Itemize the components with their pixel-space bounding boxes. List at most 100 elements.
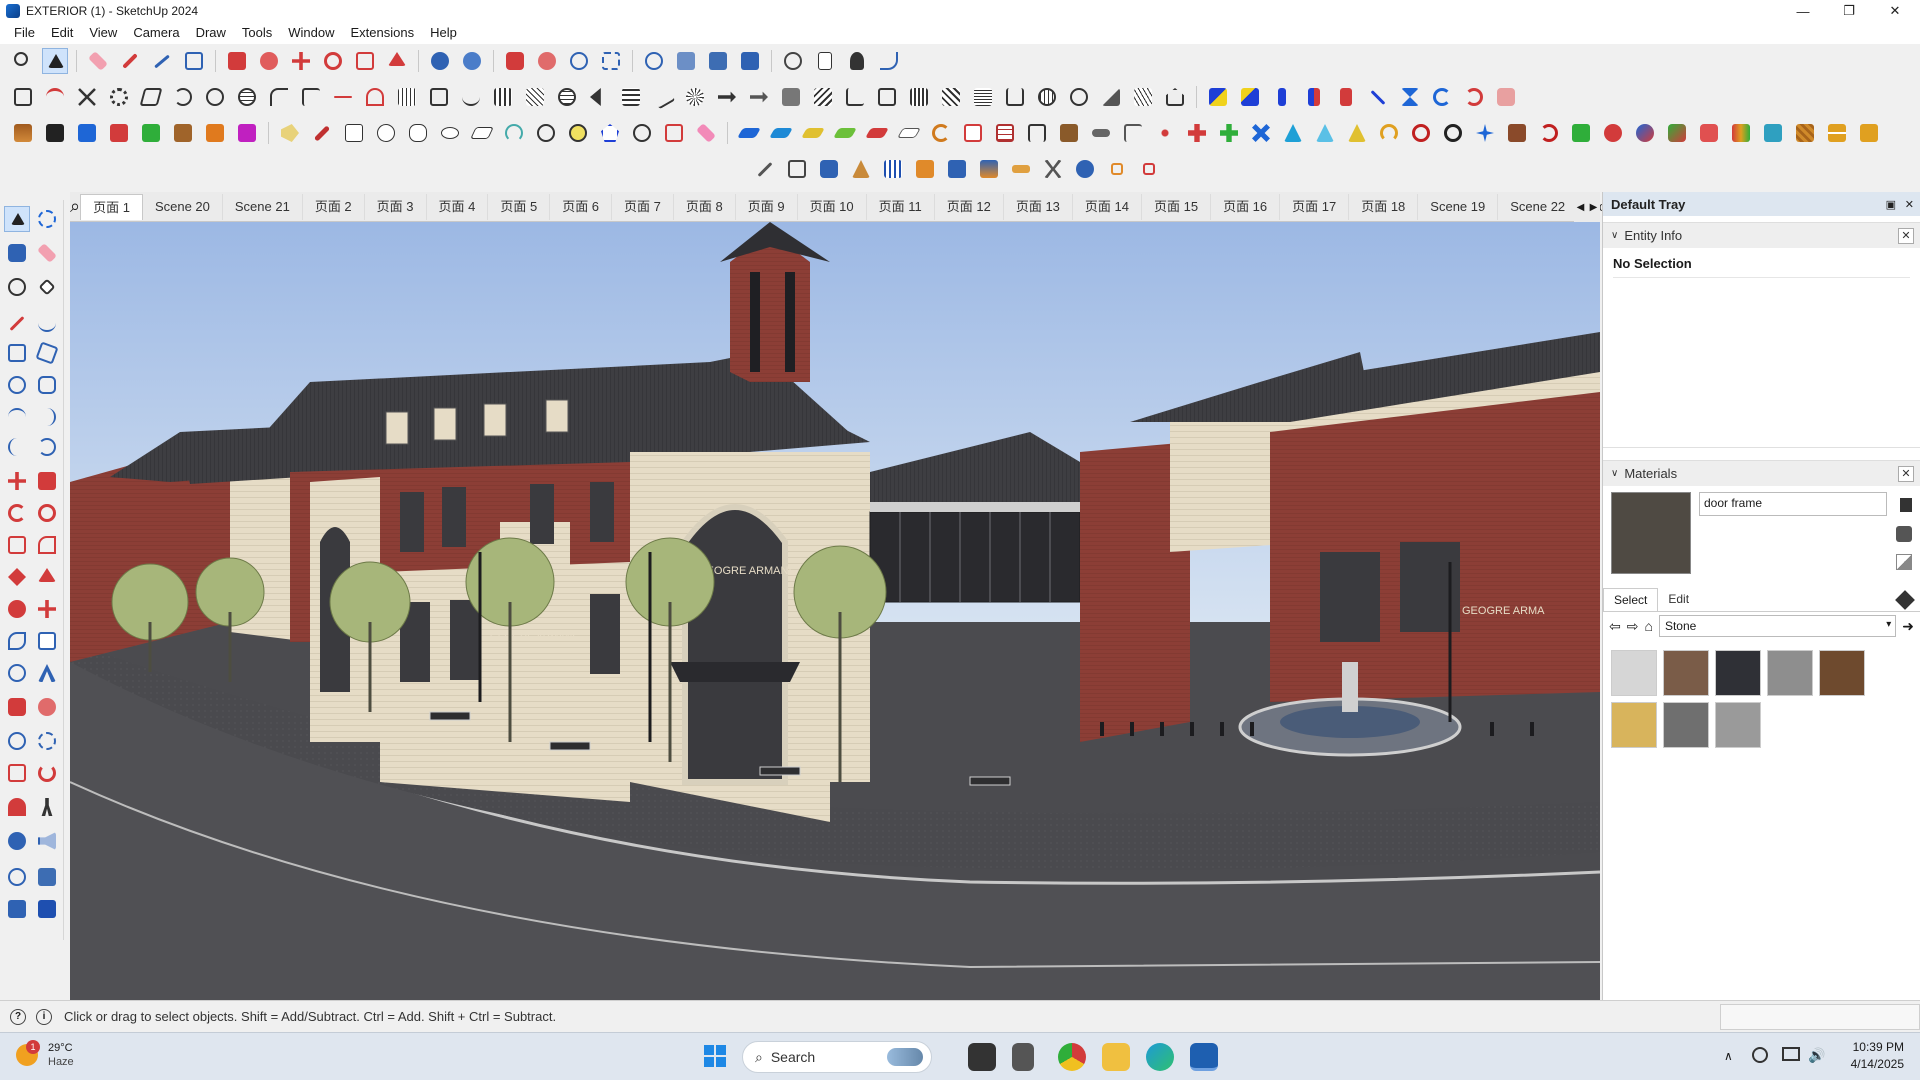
wing-icon[interactable] xyxy=(1098,84,1124,110)
material-swatch[interactable] xyxy=(1767,650,1813,696)
measurements-box[interactable] xyxy=(1720,1004,1920,1030)
mirror-icon[interactable] xyxy=(1397,84,1423,110)
move-tool-icon[interactable] xyxy=(4,468,30,494)
roof-icon[interactable] xyxy=(848,156,874,182)
eraser-tool-icon[interactable] xyxy=(34,240,60,266)
scale-red-icon[interactable] xyxy=(661,120,687,146)
tag-icon[interactable] xyxy=(277,120,303,146)
section-icon[interactable] xyxy=(426,84,452,110)
follow-me-icon[interactable] xyxy=(256,48,282,74)
task-view-icon[interactable] xyxy=(968,1043,996,1071)
zoom-window-icon[interactable] xyxy=(34,728,60,754)
hexagon-shape-icon[interactable] xyxy=(405,120,431,146)
gear-multi-icon[interactable] xyxy=(1632,120,1658,146)
circle-tool-icon[interactable] xyxy=(4,372,30,398)
ruler-icon[interactable] xyxy=(650,84,676,110)
components-panel-icon[interactable] xyxy=(4,864,30,890)
freehand-tool-icon[interactable] xyxy=(34,310,60,336)
frame-orange-icon[interactable] xyxy=(1104,156,1130,182)
current-material-swatch[interactable] xyxy=(1611,492,1691,574)
lattice-icon[interactable] xyxy=(554,84,580,110)
crate-icon[interactable] xyxy=(1792,120,1818,146)
scene-tab[interactable]: 页面 1 xyxy=(80,193,143,220)
arrows-updown-icon[interactable] xyxy=(1301,84,1327,110)
material-swatch[interactable] xyxy=(1715,650,1761,696)
scene-tab[interactable]: 页面 15 xyxy=(1142,193,1212,220)
line-tool-icon[interactable] xyxy=(752,156,778,182)
protractor-tool-icon[interactable] xyxy=(34,564,60,590)
wave-icon[interactable] xyxy=(458,84,484,110)
scene-tab[interactable]: 页面 13 xyxy=(1004,193,1073,220)
layers-panel-icon[interactable] xyxy=(4,896,30,922)
axes-tool-icon[interactable] xyxy=(4,596,30,622)
select-icon[interactable] xyxy=(42,48,68,74)
three-point-arc-icon[interactable] xyxy=(4,434,30,460)
pan-tool-icon[interactable] xyxy=(34,694,60,720)
scene-tab[interactable]: Scene 20 xyxy=(143,193,223,220)
calculator-icon[interactable] xyxy=(1012,1043,1034,1071)
weather-widget[interactable]: 1 29°C Haze xyxy=(16,1040,74,1069)
grid-icon[interactable] xyxy=(394,84,420,110)
stool-icon[interactable] xyxy=(1056,120,1082,146)
materials-header[interactable]: ∨ Materials ✕ xyxy=(1603,460,1920,486)
rectangle-tool-icon[interactable] xyxy=(4,340,30,366)
scene-tab[interactable]: 页面 5 xyxy=(488,193,551,220)
move-icon[interactable] xyxy=(288,48,314,74)
offset-icon[interactable] xyxy=(384,48,410,74)
push-pull-icon[interactable] xyxy=(224,48,250,74)
circle-shape-icon[interactable] xyxy=(373,120,399,146)
dome-icon[interactable] xyxy=(1034,84,1060,110)
paint-bucket-icon[interactable] xyxy=(4,240,30,266)
material-swatch[interactable] xyxy=(1663,702,1709,748)
material-swatch[interactable] xyxy=(1663,650,1709,696)
home-icon[interactable]: ⌂ xyxy=(1644,618,1652,634)
info-icon[interactable]: i xyxy=(36,1008,52,1025)
stair-icon[interactable] xyxy=(842,84,868,110)
blue-yellow-icon[interactable] xyxy=(1205,84,1231,110)
position-camera-icon[interactable] xyxy=(4,794,30,820)
panel-icon[interactable] xyxy=(1760,120,1786,146)
hatch-icon[interactable] xyxy=(938,84,964,110)
scene-search-icon[interactable]: ⌕ xyxy=(70,192,80,222)
scene-tab[interactable]: 页面 6 xyxy=(550,193,613,220)
grid-orange-icon[interactable] xyxy=(1824,120,1850,146)
components-icon[interactable] xyxy=(641,48,667,74)
scene-tab[interactable]: 页面 11 xyxy=(867,193,935,220)
chevron-left-icon[interactable]: ◀ xyxy=(1577,202,1585,213)
arc-shape-icon[interactable] xyxy=(501,120,527,146)
ellipse-shape-icon[interactable] xyxy=(437,120,463,146)
mixer-icon[interactable] xyxy=(1728,120,1754,146)
push-down-icon[interactable] xyxy=(10,120,36,146)
two-point-arc-icon[interactable] xyxy=(34,404,60,430)
gear-icon[interactable] xyxy=(106,84,132,110)
sample-paint-icon[interactable] xyxy=(1896,526,1912,542)
shell-icon[interactable] xyxy=(202,84,228,110)
rotated-rectangle-icon[interactable] xyxy=(34,340,60,366)
pie-tool-icon[interactable] xyxy=(34,434,60,460)
align-icon[interactable] xyxy=(1365,84,1391,110)
rack-icon[interactable] xyxy=(880,156,906,182)
drop-icon[interactable] xyxy=(1280,120,1306,146)
account-icon[interactable] xyxy=(780,48,806,74)
pencil-icon[interactable] xyxy=(117,48,143,74)
parallelogram-shape-icon[interactable] xyxy=(469,120,495,146)
bezier-icon[interactable] xyxy=(42,84,68,110)
brush-icon[interactable] xyxy=(1072,156,1098,182)
close-icon[interactable]: ✕ xyxy=(1898,227,1914,244)
pan-icon[interactable] xyxy=(459,48,485,74)
follow-me-tool-icon[interactable] xyxy=(34,500,60,526)
arrows-red-icon[interactable] xyxy=(1333,84,1359,110)
previous-view-icon[interactable] xyxy=(34,760,60,786)
component-tool-icon[interactable] xyxy=(4,274,30,300)
scene-tab[interactable]: Scene 22 xyxy=(1498,193,1579,220)
scene-tab[interactable]: Scene 19 xyxy=(1418,193,1499,220)
scale-tool-icon[interactable] xyxy=(4,532,30,558)
drop-outline-icon[interactable] xyxy=(1312,120,1338,146)
columns-icon[interactable] xyxy=(490,84,516,110)
solid-icon[interactable] xyxy=(138,84,164,110)
arrows-icon[interactable] xyxy=(714,84,740,110)
gear-red-icon[interactable] xyxy=(1600,120,1626,146)
plane-cyan-icon[interactable] xyxy=(768,120,794,146)
new-file-icon[interactable] xyxy=(812,48,838,74)
plane-green-icon[interactable] xyxy=(832,120,858,146)
